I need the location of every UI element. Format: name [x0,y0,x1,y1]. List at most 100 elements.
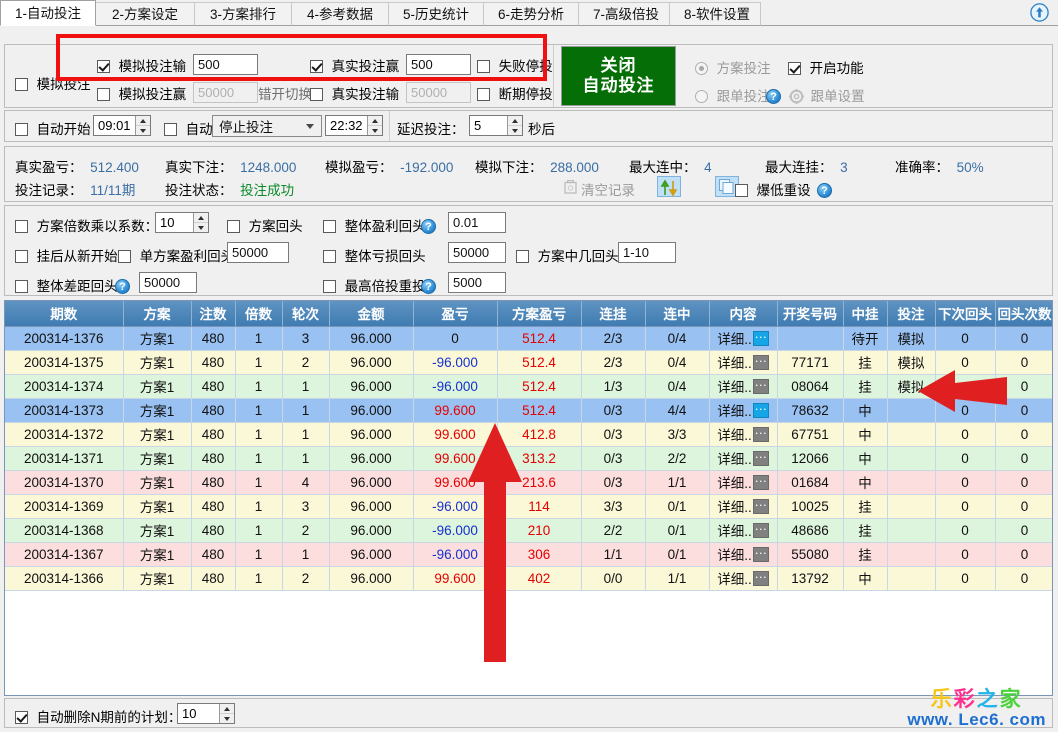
real-win-checkbox[interactable] [310,60,323,73]
gear-icon[interactable] [789,89,804,104]
col-round[interactable]: 轮次 [282,301,330,327]
detail-button[interactable]: 详细.. [711,566,776,588]
detail-cell[interactable]: 详细.. [709,350,778,375]
sim-bet-master-row[interactable]: 模拟投注 [15,73,91,93]
detail-cell[interactable]: 详细.. [709,374,778,399]
start-time-stepper[interactable] [135,116,150,135]
table-row[interactable]: 200314-1376 方案1 480 1 3 96.000 0 512.4 2/3 0/4 详细.… [5,326,1052,351]
sort-arrows-button[interactable] [657,176,681,197]
ellipsis-icon[interactable] [752,398,769,418]
plan-hit-checkbox[interactable] [516,250,529,263]
plan-return-row[interactable]: 方案回头 [227,215,303,235]
detail-button[interactable]: 详细.. [711,542,776,564]
multiplier-checkbox[interactable] [15,220,28,233]
col-multiplier[interactable]: 倍数 [235,301,283,327]
overall-profit-help-icon[interactable]: ? [421,215,436,234]
mode-plan-row[interactable]: 方案投注 [695,57,771,77]
tab-reference-data[interactable]: 4-参考数据 [291,2,389,26]
follow-settings-row[interactable]: 跟单设置 [789,85,865,105]
auto-start-row[interactable]: 自动开始 [15,118,91,138]
restart-after-row[interactable]: 挂后从新开始 [15,245,118,265]
max-multiply-input[interactable]: 5000 [448,272,506,293]
detail-button[interactable]: 详细.. [711,494,776,516]
tab-trend-analysis[interactable]: 6-走势分析 [483,2,579,26]
mode-follow-row[interactable]: 跟单投注 [695,85,771,105]
col-bets[interactable]: 注数 [191,301,236,327]
ellipsis-icon[interactable] [752,566,769,586]
real-win-input[interactable]: 500 [406,54,471,75]
overall-loss-input[interactable]: 50000 [448,242,506,263]
follow-help-icon[interactable]: ? [766,85,781,104]
ellipsis-icon[interactable] [752,422,769,442]
max-multiply-row[interactable]: 最高倍投重投 [323,275,426,295]
multiplier-stepper[interactable] [193,213,208,232]
auto-action-row[interactable]: 自动 [164,118,213,138]
end-time-spinner[interactable]: 22:32 [325,115,383,136]
multiplier-value[interactable]: 10 [156,213,193,232]
overall-profit-checkbox[interactable] [323,220,336,233]
end-time-stepper[interactable] [367,116,382,135]
clear-records-button[interactable]: 清空记录 [564,179,635,199]
detail-button[interactable]: 详细.. [711,326,776,348]
overall-profit-row[interactable]: 整体盈利回头 [323,215,426,235]
mode-plan-radio[interactable] [695,62,708,75]
col-plan[interactable]: 方案 [123,301,192,327]
toggle-auto-bet-button[interactable]: 关闭 自动投注 [561,46,676,106]
col-content[interactable]: 内容 [709,301,778,327]
tab-plan-settings[interactable]: 2-方案设定 [95,2,195,26]
single-profit-checkbox[interactable] [118,250,131,263]
tab-auto-bet[interactable]: 1-自动投注 [0,0,96,26]
tab-software-settings[interactable]: 8-软件设置 [669,2,761,26]
tab-advanced-multiply[interactable]: 7-高级倍投 [578,2,670,26]
ellipsis-icon[interactable] [752,470,769,490]
max-multiply-help-icon[interactable]: ? [421,275,436,294]
real-lose-row[interactable]: 真实投注输 [310,83,399,103]
mode-follow-radio[interactable] [695,90,708,103]
gap-return-input[interactable]: 50000 [139,272,197,293]
enable-feature-checkbox[interactable] [788,62,801,75]
detail-button[interactable]: 详细.. [711,470,776,492]
multiplier-row[interactable]: 方案倍数乘以系数： [15,215,158,235]
end-time-value[interactable]: 22:32 [326,116,367,135]
auto-start-checkbox[interactable] [15,123,28,136]
start-time-spinner[interactable]: 09:01 [93,115,151,136]
detail-cell[interactable]: 详细.. [709,494,778,519]
sim-lose-row[interactable]: 模拟投注输 [97,55,186,75]
detail-cell[interactable]: 详细.. [709,326,778,351]
plan-hit-row[interactable]: 方案中几回头 [516,245,619,265]
detail-button[interactable]: 详细.. [711,374,776,396]
col-lose-streak[interactable]: 连挂 [581,301,646,327]
reset-low-checkbox[interactable] [735,184,748,197]
ellipsis-icon[interactable] [752,326,769,346]
auto-delete-value[interactable]: 10 [178,704,219,723]
col-draw-number[interactable]: 开奖号码 [777,301,844,327]
auto-action-checkbox[interactable] [164,123,177,136]
table-row[interactable]: 200314-1375 方案1 480 1 2 96.000 -96.000 512.4 2/3… [5,350,1052,375]
sim-lose-checkbox[interactable] [97,60,110,73]
max-multiply-checkbox[interactable] [323,280,336,293]
plan-hit-input[interactable]: 1-10 [618,242,676,263]
table-row[interactable]: 200314-1373 方案1 480 1 1 96.000 99.600 512.4 0/3 4… [5,398,1052,423]
tab-history-stats[interactable]: 5-历史统计 [388,2,484,26]
reset-low-row[interactable]: 爆低重设 [735,179,811,199]
sim-bet-checkbox[interactable] [15,78,28,91]
detail-cell[interactable]: 详细.. [709,422,778,447]
ellipsis-icon[interactable] [752,494,769,514]
ellipsis-icon[interactable] [752,518,769,538]
real-lose-input[interactable]: 50000 [406,82,471,103]
delay-bet-value[interactable]: 5 [470,116,507,135]
enable-feature-row[interactable]: 开启功能 [788,57,864,77]
plan-return-checkbox[interactable] [227,220,240,233]
start-time-value[interactable]: 09:01 [94,116,135,135]
fail-stop-row[interactable]: 失败停投 [477,55,553,75]
help-icon[interactable] [1030,3,1049,22]
col-return-count[interactable]: 回头次数 [995,301,1052,327]
col-plan-profit-loss[interactable]: 方案盈亏 [497,301,582,327]
ellipsis-icon[interactable] [752,350,769,370]
col-profit-loss[interactable]: 盈亏 [413,301,498,327]
sim-lose-input[interactable]: 500 [193,54,258,75]
auto-delete-stepper[interactable] [219,704,234,723]
gap-return-row[interactable]: 整体差距回头 [15,275,118,295]
single-profit-input[interactable]: 50000 [227,242,289,263]
detail-button[interactable]: 详细.. [711,350,776,372]
